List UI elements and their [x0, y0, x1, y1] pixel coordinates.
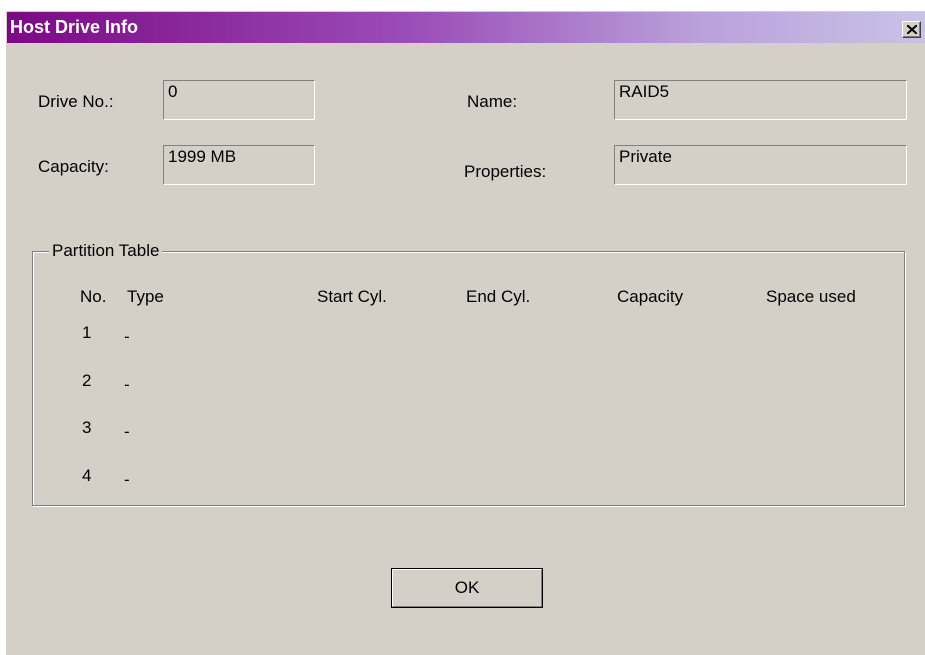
partition-row-2-no: 2	[82, 371, 92, 390]
close-button[interactable]	[902, 21, 921, 38]
column-header-capacity: Capacity	[617, 287, 684, 306]
partition-row-2-type: -	[124, 375, 130, 394]
ok-button[interactable]: OK	[391, 568, 543, 608]
window-title: Host Drive Info	[10, 17, 139, 37]
name-field: RAID5	[614, 80, 907, 120]
partition-row-3-type: -	[124, 422, 130, 441]
partition-row-4-no: 4	[82, 466, 92, 485]
capacity-label: Capacity:	[38, 157, 109, 176]
name-label: Name:	[467, 92, 518, 111]
partition-row-1-type: -	[124, 327, 130, 346]
column-header-end-cyl: End Cyl.	[466, 287, 531, 306]
column-header-space-used: Space used	[766, 287, 856, 306]
partition-row-3-no: 3	[82, 418, 92, 437]
close-icon	[907, 25, 917, 34]
partition-row-4-type: -	[124, 470, 130, 489]
partition-table-caption: Partition Table	[49, 241, 163, 261]
column-header-start-cyl: Start Cyl.	[317, 287, 387, 306]
capacity-field: 1999 MB	[163, 145, 315, 185]
properties-label: Properties:	[464, 162, 547, 181]
drive-no-field: 0	[163, 80, 315, 120]
drive-no-label: Drive No.:	[38, 92, 114, 111]
partition-row-1-no: 1	[82, 323, 92, 342]
ok-button-label: OK	[454, 578, 480, 597]
column-header-type: Type	[127, 287, 164, 306]
column-header-no: No.	[80, 287, 107, 306]
title-bar[interactable]: Host Drive Info	[7, 12, 925, 43]
properties-field: Private	[614, 145, 907, 185]
